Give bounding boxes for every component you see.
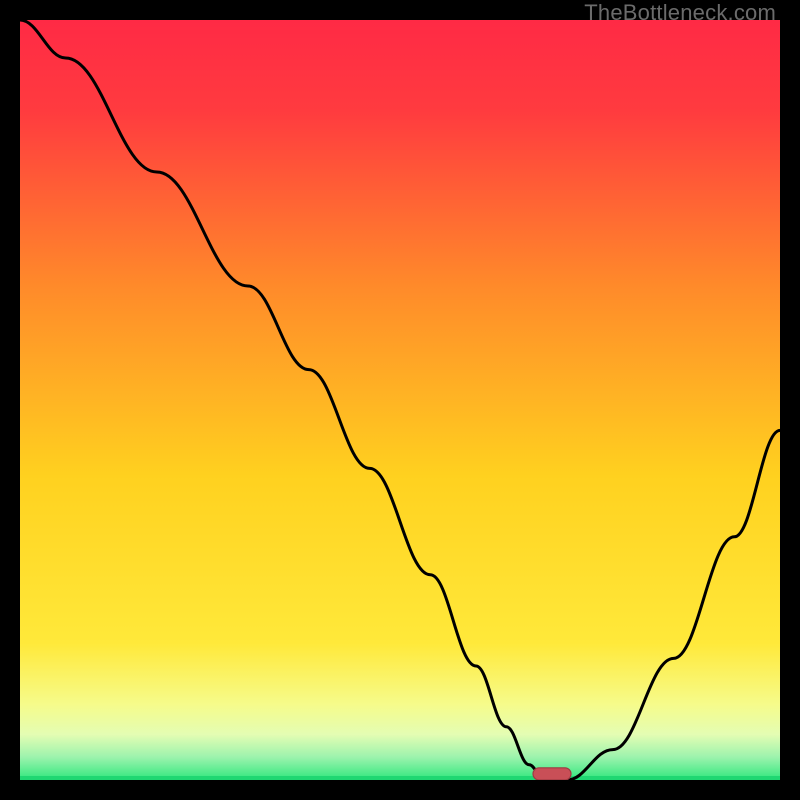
chart-svg <box>20 20 780 780</box>
chart-container: TheBottleneck.com <box>0 0 800 800</box>
optimal-marker <box>533 768 571 780</box>
gradient-background <box>20 20 780 780</box>
baseline-band <box>20 776 780 780</box>
plot-area <box>20 20 780 780</box>
